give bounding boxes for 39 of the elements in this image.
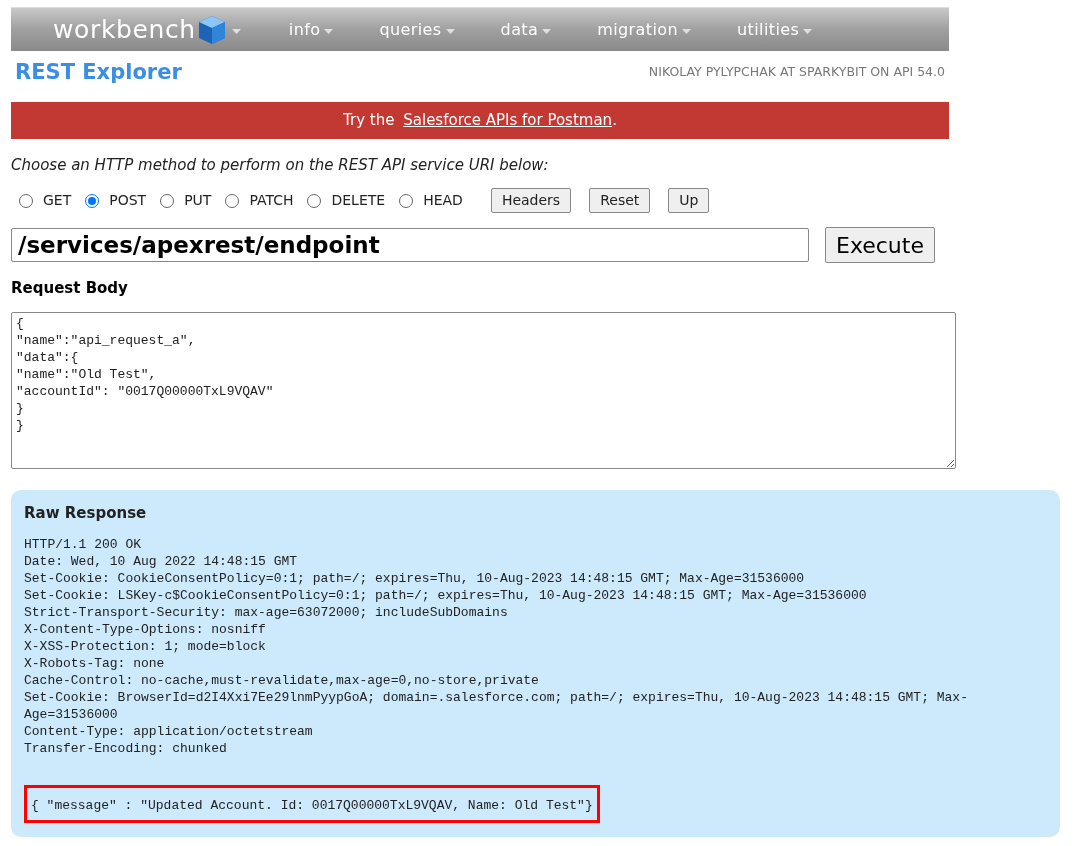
method-label: GET bbox=[43, 191, 72, 210]
caret-icon bbox=[542, 29, 552, 34]
response-header-line: Set-Cookie: BrowserId=d2I4Xxi7Ee29lnmPyypGoA; domain=.salesforce.com; path=/; expires=Thu, 10-Aug-2023 14:48:15 GMT; Max-Age=31536000 bbox=[24, 689, 969, 723]
response-header-line: X-Content-Type-Options: nosniff bbox=[24, 621, 267, 638]
page-title: REST Explorer bbox=[15, 59, 182, 86]
user-info: NIKOLAY PYLYPCHAK AT SPARKYBIT ON API 54.0 bbox=[648, 63, 945, 82]
request-body-label: Request Body bbox=[11, 278, 129, 299]
method-label: PATCH bbox=[249, 191, 294, 210]
method-label: PUT bbox=[184, 191, 212, 210]
response-header-line: HTTP/1.1 200 OK bbox=[24, 536, 143, 553]
method-label: HEAD bbox=[423, 191, 463, 210]
request-body-field[interactable]: { "name":"api_request_a", "data":{ "name":"Old Test", "accountId": "0017Q00000TxL9VQAV" } } bbox=[11, 311, 956, 469]
response-body: { "message" : "Updated Account. Id: 0017Q00000TxL9VQAV, Name: Old Test"} bbox=[31, 798, 593, 813]
postman-link[interactable]: Salesforce APIs for Postman bbox=[403, 108, 613, 132]
method-label: POST bbox=[109, 191, 147, 210]
execute-button[interactable]: Execute bbox=[825, 227, 935, 263]
banner-text: Try the bbox=[343, 109, 396, 131]
action-button[interactable]: Reset bbox=[589, 188, 651, 213]
method-label: DELETE bbox=[331, 191, 386, 210]
caret-icon bbox=[324, 29, 334, 34]
response-title: Raw Response bbox=[24, 502, 148, 524]
response-header-line: X-XSS-Protection: 1; mode=block bbox=[24, 638, 267, 655]
action-button[interactable]: Up bbox=[668, 188, 710, 213]
caret-icon bbox=[803, 29, 813, 34]
response-header-line: Set-Cookie: LSKey-c$CookieConsentPolicy=0:1; path=/; expires=Thu, 10-Aug-2023 14:48:15 GMT; Max-Age=31536000 bbox=[24, 587, 868, 604]
response-header-line: X-Robots-Tag: none bbox=[24, 655, 166, 672]
banner-period: . bbox=[612, 109, 617, 131]
caret-icon bbox=[682, 29, 692, 34]
uri-field[interactable]: /services/apexrest/endpoint bbox=[11, 228, 809, 262]
response-header-line: Cache-Control: no-cache,must-revalidate,max-age=0,no-store,private bbox=[24, 672, 540, 689]
response-header-line: Transfer-Encoding: chunked bbox=[24, 740, 228, 757]
response-header-line: Set-Cookie: CookieConsentPolicy=0:1; path=/; expires=Thu, 10-Aug-2023 14:48:15 GMT; Max-Age=31536000 bbox=[24, 570, 806, 587]
caret-icon bbox=[231, 29, 241, 34]
response-header-line: Strict-Transport-Security: max-age=63072000; includeSubDomains bbox=[24, 604, 509, 621]
instruction-text: Choose an HTTP method to perform on the REST API service URI below: bbox=[11, 154, 550, 176]
response-header-line: Date: Wed, 10 Aug 2022 14:48:15 GMT bbox=[24, 553, 299, 570]
response-header-line: Content-Type: application/octetstream bbox=[24, 723, 314, 740]
caret-icon bbox=[445, 29, 455, 34]
action-button[interactable]: Headers bbox=[490, 188, 572, 213]
